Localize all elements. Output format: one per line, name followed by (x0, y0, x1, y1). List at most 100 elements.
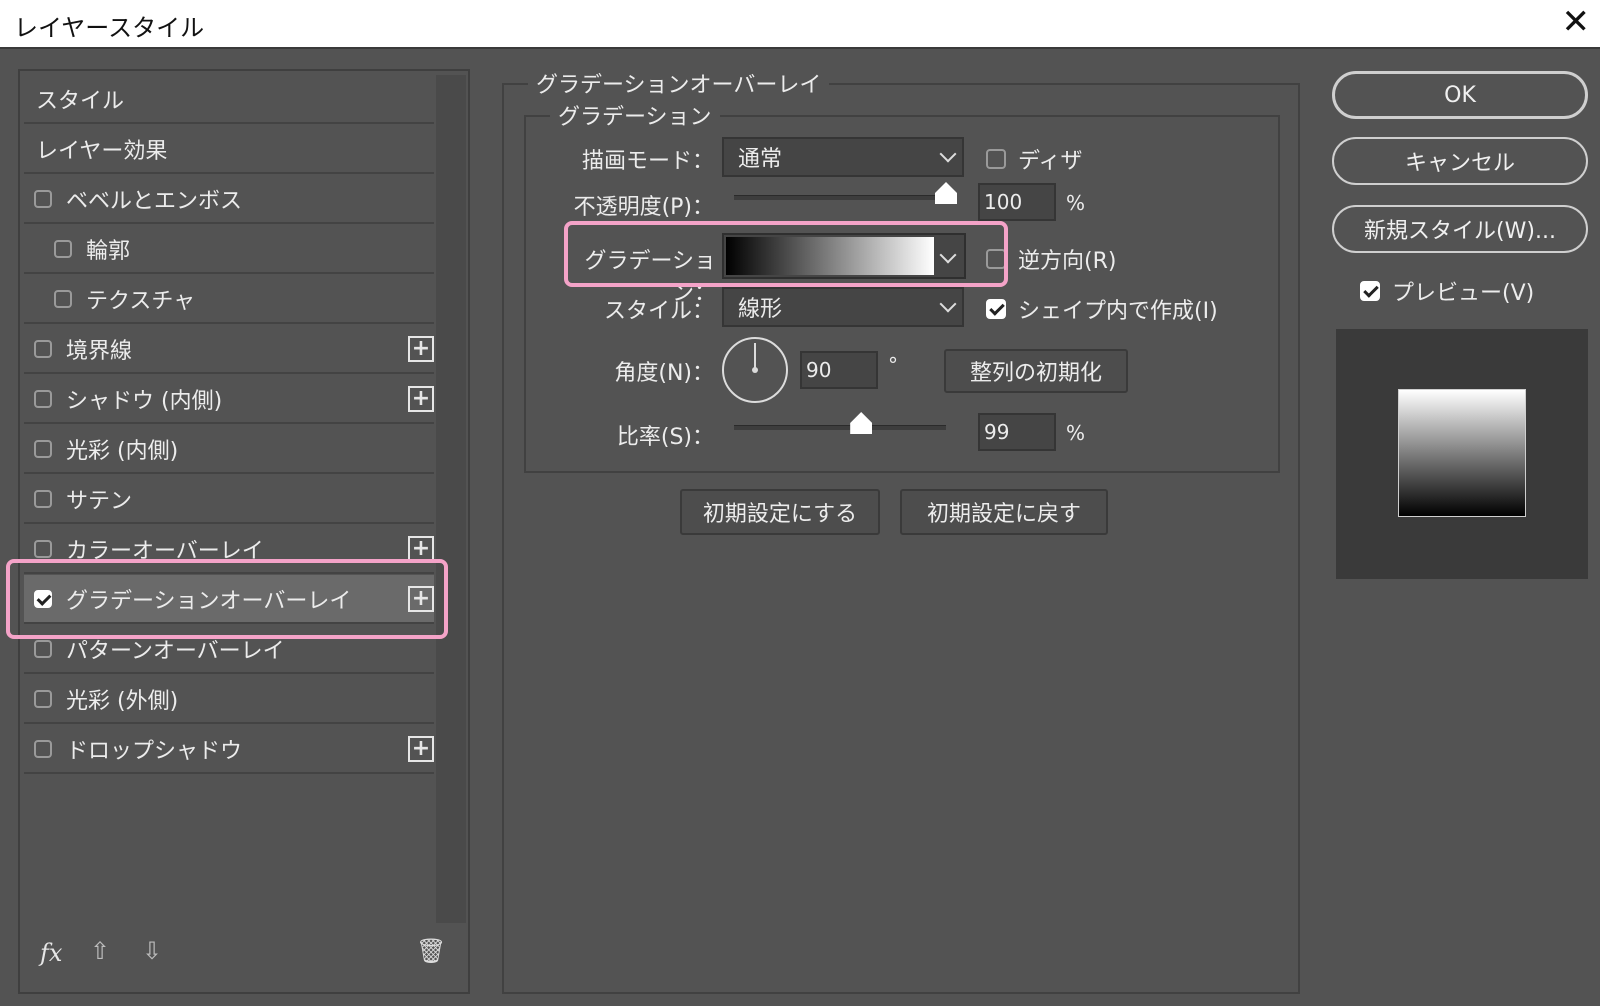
blend-mode-value: 通常 (738, 147, 783, 172)
list-item-outer-glow[interactable]: 光彩 (外側) (24, 675, 434, 724)
opacity-input[interactable]: 100 (978, 183, 1056, 221)
list-item-label: ドロップシャドウ (66, 738, 243, 764)
fx-icon[interactable]: fx (40, 939, 62, 967)
align-with-shape-checkbox[interactable]: シェイプ内で作成(I) (986, 293, 1218, 325)
list-item-label: レイヤー効果 (36, 138, 168, 164)
list-item-gradient-overlay[interactable]: グラデーションオーバーレイ + (24, 575, 434, 624)
style-value: 線形 (738, 297, 783, 322)
close-icon[interactable]: ✕ (1562, 2, 1591, 42)
scale-value: 99 (984, 420, 1010, 444)
list-item-label: カラーオーバーレイ (66, 538, 264, 564)
make-default-button[interactable]: 初期設定にする (680, 489, 880, 535)
blend-mode-label: 描画モード： (581, 149, 714, 174)
list-item-stroke[interactable]: 境界線 + (24, 325, 434, 374)
list-item-styles[interactable]: スタイル (24, 75, 434, 124)
checkbox[interactable] (34, 339, 52, 358)
move-up-icon[interactable]: ⇧ (90, 937, 110, 965)
opacity-slider[interactable] (734, 182, 957, 204)
list-item-label: ベベルとエンボス (66, 188, 243, 214)
move-down-icon[interactable]: ⇩ (142, 937, 162, 965)
checkbox[interactable] (34, 589, 52, 608)
angle-needle (754, 343, 756, 369)
style-list-panel: スタイル レイヤー効果 ベベルとエンボス 輪郭 テクスチャ 境界線 + シャドウ… (18, 69, 470, 994)
new-style-label: 新規スタイル(W)... (1364, 219, 1556, 244)
gradient-swatch[interactable] (726, 237, 934, 275)
list-item-contour[interactable]: 輪郭 (24, 225, 434, 274)
plus-icon[interactable]: + (408, 585, 434, 612)
scale-label: 比率(S)： (616, 425, 714, 450)
chevron-down-icon[interactable] (939, 246, 957, 264)
reset-alignment-label: 整列の初期化 (969, 361, 1102, 386)
reset-alignment-button[interactable]: 整列の初期化 (944, 349, 1128, 393)
new-style-button[interactable]: 新規スタイル(W)... (1332, 205, 1588, 253)
scrollbar[interactable] (436, 75, 466, 923)
window-title: レイヤースタイル (14, 14, 205, 42)
list-item-label: 光彩 (内側) (66, 438, 179, 464)
scale-slider[interactable] (734, 412, 946, 434)
list-item-pattern-overlay[interactable]: パターンオーバーレイ (24, 625, 434, 674)
angle-dial[interactable] (722, 337, 788, 403)
reverse-label: 逆方向(R) (1018, 249, 1117, 274)
blend-mode-select[interactable]: 通常 (722, 137, 964, 177)
plus-icon[interactable]: + (408, 335, 434, 362)
chevron-down-icon (939, 295, 957, 313)
checkbox[interactable] (34, 739, 52, 758)
list-item-label: 輪郭 (86, 238, 131, 264)
opacity-label: 不透明度(P)： (573, 195, 714, 220)
dither-checkbox[interactable]: ディザ (986, 143, 1082, 175)
angle-unit: ° (888, 353, 898, 377)
gradient-overlay-panel: グラデーションオーバーレイ グラデーション 描画モード： 通常 ディザ 不透明度… (502, 67, 1300, 994)
checkbox[interactable] (986, 249, 1006, 269)
list-item-label: 境界線 (66, 338, 133, 364)
checkbox[interactable] (986, 299, 1006, 319)
list-item-color-overlay[interactable]: カラーオーバーレイ + (24, 525, 434, 574)
ok-label: OK (1444, 82, 1476, 108)
list-item-layer-effects[interactable]: レイヤー効果 (24, 125, 434, 174)
list-item-label: サテン (66, 488, 133, 514)
list-item-label: シャドウ (内側) (66, 388, 223, 414)
list-item-label: 光彩 (外側) (66, 688, 179, 714)
scale-input[interactable]: 99 (978, 413, 1056, 451)
trash-icon[interactable]: 🗑 (416, 937, 446, 965)
list-item-texture[interactable]: テクスチャ (24, 275, 434, 324)
list-item-bevel-emboss[interactable]: ベベルとエンボス (24, 175, 434, 224)
ok-button[interactable]: OK (1332, 71, 1588, 119)
title-bar: レイヤースタイル ✕ (0, 0, 1600, 49)
angle-value: 90 (806, 358, 832, 382)
reset-default-button[interactable]: 初期設定に戻す (900, 489, 1108, 535)
plus-icon[interactable]: + (408, 535, 434, 562)
checkbox[interactable] (54, 239, 72, 258)
cancel-button[interactable]: キャンセル (1332, 137, 1588, 185)
list-item-drop-shadow[interactable]: ドロップシャドウ + (24, 725, 434, 774)
checkbox[interactable] (1360, 281, 1380, 301)
plus-icon[interactable]: + (408, 735, 434, 762)
reset-default-label: 初期設定に戻す (926, 502, 1081, 527)
list-item-label: グラデーションオーバーレイ (66, 588, 352, 614)
make-default-label: 初期設定にする (702, 502, 858, 527)
style-select[interactable]: 線形 (722, 287, 964, 327)
list-item-inner-glow[interactable]: 光彩 (内側) (24, 425, 434, 474)
checkbox[interactable] (34, 389, 52, 408)
plus-icon[interactable]: + (408, 385, 434, 412)
checkbox[interactable] (54, 289, 72, 308)
checkbox[interactable] (34, 639, 52, 658)
group-title: グラデーションオーバーレイ (528, 67, 830, 99)
checkbox[interactable] (34, 189, 52, 208)
align-with-shape-label: シェイプ内で作成(I) (1018, 299, 1218, 324)
preview-checkbox[interactable]: プレビュー(V) (1360, 275, 1534, 307)
chevron-down-icon (939, 145, 957, 163)
list-item-inner-shadow[interactable]: シャドウ (内側) + (24, 375, 434, 424)
gradient-picker[interactable] (722, 233, 966, 279)
checkbox[interactable] (34, 689, 52, 708)
list-item-label: テクスチャ (86, 288, 196, 314)
checkbox[interactable] (986, 149, 1006, 169)
checkbox[interactable] (34, 539, 52, 558)
list-item-satin[interactable]: サテン (24, 475, 434, 524)
style-preview (1336, 329, 1588, 579)
checkbox[interactable] (34, 489, 52, 508)
cancel-label: キャンセル (1404, 151, 1515, 176)
reverse-checkbox[interactable]: 逆方向(R) (986, 243, 1116, 275)
checkbox[interactable] (34, 439, 52, 458)
angle-input[interactable]: 90 (800, 351, 878, 389)
dial-center (752, 367, 758, 373)
